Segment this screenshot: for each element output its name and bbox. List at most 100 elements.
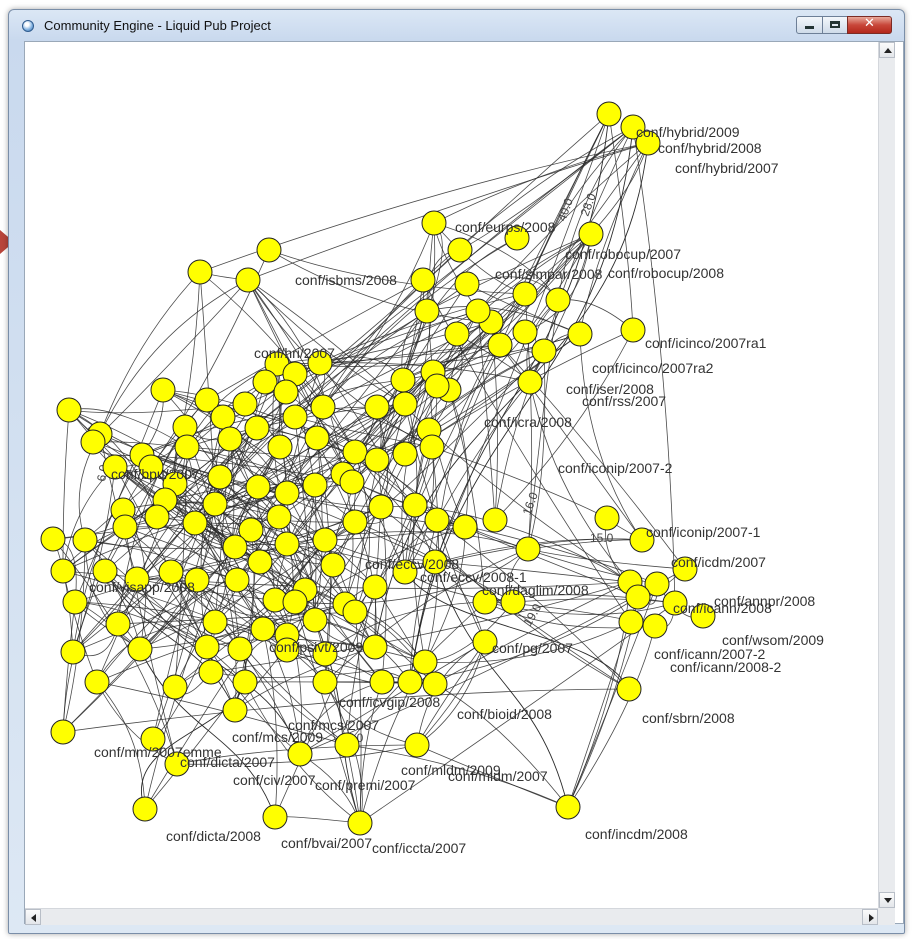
graph-node[interactable] (224, 567, 250, 593)
graph-node[interactable] (404, 732, 430, 758)
graph-node[interactable] (412, 649, 438, 675)
graph-node[interactable] (320, 552, 346, 578)
graph-node[interactable] (424, 373, 450, 399)
graph-node[interactable] (182, 510, 208, 536)
graph-node[interactable] (364, 394, 390, 420)
scroll-down-button[interactable] (879, 892, 895, 908)
graph-node[interactable] (244, 415, 270, 441)
graph-node[interactable] (545, 287, 571, 313)
graph-node[interactable] (227, 636, 253, 662)
scroll-right-button[interactable] (862, 909, 878, 925)
graph-node[interactable] (392, 441, 418, 467)
graph-node[interactable] (56, 397, 82, 423)
graph-node[interactable] (247, 549, 273, 575)
graph-node[interactable] (447, 237, 473, 263)
graph-node[interactable] (132, 796, 158, 822)
graph-node[interactable] (302, 472, 328, 498)
graph-node[interactable] (50, 558, 76, 584)
scroll-up-button[interactable] (879, 42, 895, 58)
graph-node[interactable] (531, 338, 557, 364)
graph-node[interactable] (555, 794, 581, 820)
graph-node[interactable] (421, 210, 447, 236)
graph-node[interactable] (310, 394, 336, 420)
graph-node[interactable] (482, 507, 508, 533)
app-icon[interactable] (22, 20, 34, 32)
graph-node[interactable] (465, 298, 491, 324)
graph-node[interactable] (112, 514, 138, 540)
graph-node[interactable] (392, 391, 418, 417)
graph-node[interactable] (414, 298, 440, 324)
graph-node[interactable] (187, 259, 213, 285)
graph-node[interactable] (390, 367, 416, 393)
graph-node[interactable] (342, 439, 368, 465)
graph-node[interactable] (222, 697, 248, 723)
scroll-left-button[interactable] (25, 909, 41, 925)
graph-node[interactable] (207, 464, 233, 490)
graph-node[interactable] (282, 404, 308, 430)
graph-node[interactable] (422, 671, 448, 697)
graph-node[interactable] (62, 589, 88, 615)
graph-node[interactable] (512, 281, 538, 307)
graph-node[interactable] (50, 719, 76, 745)
community-graph[interactable]: 40.028.019.017.016.015.07.06.0 conf/hybr… (25, 42, 878, 908)
graph-node[interactable] (454, 271, 480, 297)
graph-node[interactable] (127, 636, 153, 662)
graph-node[interactable] (198, 659, 224, 685)
graph-node[interactable] (339, 469, 365, 495)
graph-node[interactable] (232, 669, 258, 695)
graph-node[interactable] (150, 377, 176, 403)
minimize-button[interactable] (796, 16, 823, 34)
horizontal-scrollbar[interactable] (25, 908, 878, 925)
graph-node[interactable] (273, 379, 299, 405)
graph-node[interactable] (266, 504, 292, 530)
graph-node[interactable] (402, 492, 428, 518)
graph-node[interactable] (419, 434, 445, 460)
graph-node[interactable] (287, 741, 313, 767)
graph-node[interactable] (250, 616, 276, 642)
graph-node[interactable] (274, 531, 300, 557)
graph-node[interactable] (84, 669, 110, 695)
graph-canvas-panel[interactable]: 40.028.019.017.016.015.07.06.0 conf/hybr… (24, 41, 904, 925)
graph-node[interactable] (194, 634, 220, 660)
graph-node[interactable] (642, 613, 668, 639)
graph-node[interactable] (397, 669, 423, 695)
graph-node[interactable] (72, 527, 98, 553)
graph-node[interactable] (162, 674, 188, 700)
graph-node[interactable] (578, 221, 604, 247)
graph-node[interactable] (594, 505, 620, 531)
graph-node[interactable] (512, 319, 538, 345)
graph-node[interactable] (252, 369, 278, 395)
graph-node[interactable] (312, 669, 338, 695)
graph-node[interactable] (217, 426, 243, 452)
graph-node[interactable] (267, 434, 293, 460)
graph-node[interactable] (362, 634, 388, 660)
graph-node[interactable] (342, 509, 368, 535)
vertical-scrollbar[interactable] (878, 42, 895, 908)
graph-node[interactable] (620, 317, 646, 343)
graph-node[interactable] (304, 425, 330, 451)
graph-node[interactable] (60, 639, 86, 665)
graph-node[interactable] (347, 810, 373, 836)
close-button[interactable]: ✕ (847, 16, 892, 34)
graph-node[interactable] (596, 101, 622, 127)
graph-node[interactable] (144, 504, 170, 530)
graph-node[interactable] (262, 804, 288, 830)
graph-node[interactable] (625, 584, 651, 610)
graph-node[interactable] (517, 369, 543, 395)
graph-node[interactable] (105, 611, 131, 637)
graph-node[interactable] (174, 434, 200, 460)
graph-node[interactable] (364, 447, 390, 473)
graph-node[interactable] (424, 507, 450, 533)
graph-node[interactable] (274, 480, 300, 506)
graph-node[interactable] (362, 574, 388, 600)
graph-node[interactable] (410, 267, 436, 293)
graph-node[interactable] (202, 609, 228, 635)
graph-node[interactable] (40, 526, 66, 552)
graph-node[interactable] (210, 404, 236, 430)
graph-node[interactable] (256, 237, 282, 263)
graph-node[interactable] (302, 607, 328, 633)
graph-node[interactable] (80, 429, 106, 455)
maximize-button[interactable] (822, 16, 848, 34)
graph-node[interactable] (616, 676, 642, 702)
graph-node[interactable] (245, 474, 271, 500)
